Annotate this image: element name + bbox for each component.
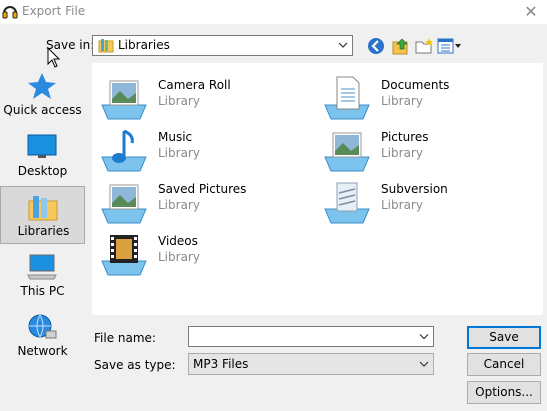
- file-type: Library: [381, 198, 423, 212]
- window-title: Export File: [22, 4, 86, 18]
- file-name: Documents: [381, 78, 450, 92]
- headphones-icon: [2, 6, 18, 19]
- place-network[interactable]: Network: [0, 307, 85, 365]
- options-button[interactable]: Options...: [467, 381, 541, 404]
- place-this-pc[interactable]: This PC: [0, 247, 85, 305]
- up-folder-icon[interactable]: [391, 36, 411, 56]
- chevron-down-icon: [419, 361, 429, 367]
- computer-icon: [27, 254, 57, 280]
- close-button[interactable]: ✕: [521, 2, 541, 22]
- file-name: Pictures: [381, 130, 429, 144]
- back-icon[interactable]: [366, 36, 386, 56]
- chevron-down-icon[interactable]: [418, 327, 430, 347]
- list-item[interactable]: Music Library: [100, 127, 300, 175]
- list-item[interactable]: Saved Pictures Library: [100, 179, 300, 227]
- save-in-value: Libraries: [118, 38, 170, 52]
- file-list[interactable]: Camera Roll Library Documents Library Mu…: [92, 63, 543, 315]
- cancel-button[interactable]: Cancel: [467, 353, 541, 376]
- file-type: Library: [381, 146, 423, 160]
- chevron-down-icon: [338, 42, 348, 48]
- place-label: Network: [17, 344, 68, 358]
- music-library-icon: [101, 129, 147, 172]
- save-as-type-dropdown[interactable]: MP3 Files: [188, 353, 434, 375]
- save-in-dropdown[interactable]: Libraries: [92, 35, 353, 56]
- pictures-library-icon: [324, 132, 370, 172]
- list-item[interactable]: Camera Roll Library: [100, 75, 300, 123]
- place-libraries[interactable]: Libraries: [0, 186, 85, 244]
- videos-library-icon: [101, 235, 147, 276]
- file-type: Library: [158, 146, 200, 160]
- libraries-icon: [28, 196, 58, 221]
- save-as-type-value: MP3 Files: [193, 357, 249, 371]
- place-label: Desktop: [17, 164, 68, 178]
- place-label: Libraries: [17, 224, 70, 238]
- save-button[interactable]: Save: [467, 326, 541, 349]
- title-bar: Export File ✕: [0, 0, 547, 24]
- file-name-label: File name:: [94, 331, 156, 345]
- list-item[interactable]: Videos Library: [100, 231, 300, 279]
- view-menu-icon[interactable]: [437, 36, 463, 56]
- place-label: This PC: [20, 284, 65, 298]
- place-quick-access[interactable]: Quick access: [0, 66, 85, 124]
- star-icon: [28, 73, 56, 99]
- list-item[interactable]: Documents Library: [323, 75, 523, 123]
- libraries-icon: [98, 39, 114, 53]
- desktop-icon: [27, 134, 57, 158]
- file-type: Library: [158, 198, 200, 212]
- file-name: Subversion: [381, 182, 448, 196]
- pictures-library-icon: [101, 80, 147, 120]
- place-label: Quick access: [3, 103, 82, 117]
- list-item[interactable]: Pictures Library: [323, 127, 523, 175]
- new-folder-icon[interactable]: [414, 36, 434, 56]
- pictures-library-icon: [101, 184, 147, 224]
- file-type: Library: [158, 94, 200, 108]
- network-icon: [28, 314, 57, 339]
- documents-library-icon: [324, 76, 370, 120]
- file-type: Library: [381, 94, 423, 108]
- file-name: Camera Roll: [158, 78, 231, 92]
- file-name: Saved Pictures: [158, 182, 247, 196]
- place-desktop[interactable]: Desktop: [0, 127, 85, 185]
- file-name: Music: [158, 130, 193, 144]
- subversion-library-icon: [324, 182, 370, 224]
- file-type: Library: [158, 250, 200, 264]
- list-item[interactable]: Subversion Library: [323, 179, 523, 227]
- file-name: Videos: [158, 234, 198, 248]
- file-name-input[interactable]: [188, 326, 434, 347]
- mouse-pointer-icon: [47, 47, 61, 68]
- save-as-type-label: Save as type:: [94, 358, 176, 372]
